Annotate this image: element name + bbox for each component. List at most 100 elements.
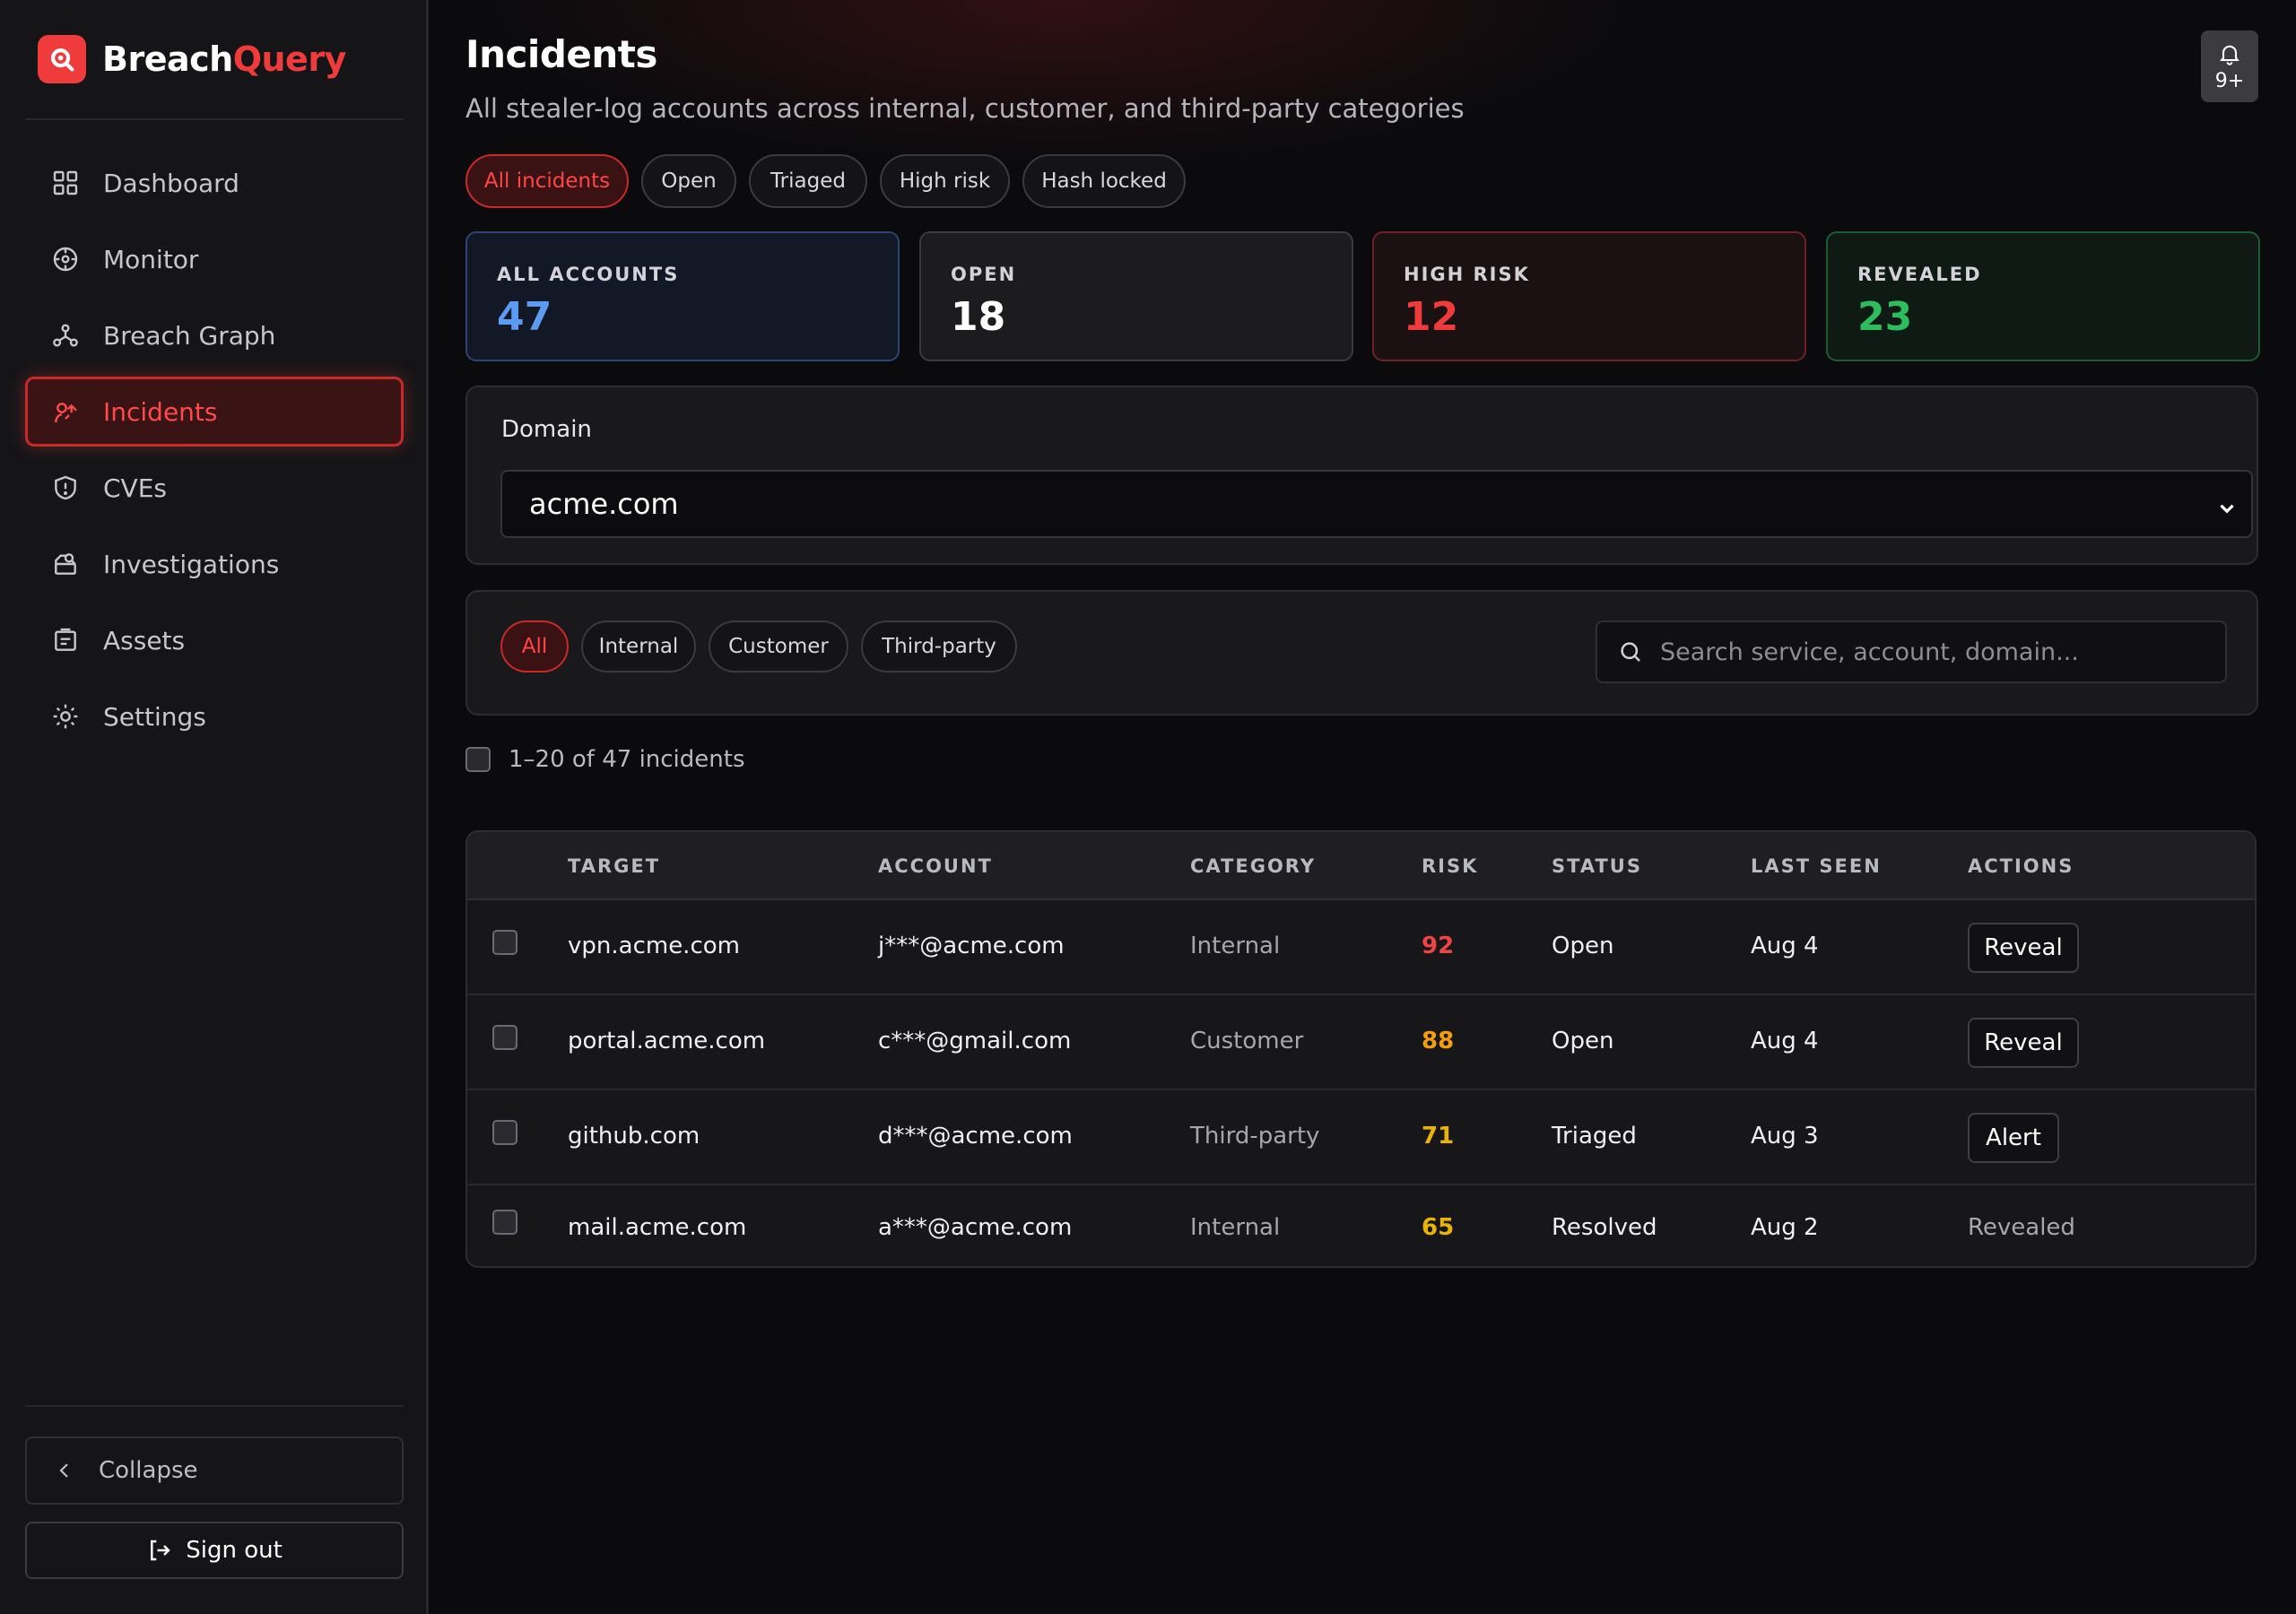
sidebar-item-label: Breach Graph [103, 320, 276, 351]
cell-last-seen: Aug 3 [1751, 1123, 1819, 1150]
crosshair-icon [49, 243, 82, 275]
sidebar-item-breach-graph[interactable]: Breach Graph [25, 300, 404, 370]
shield-alert-icon [49, 472, 82, 504]
column-header-actions: ACTIONS [1968, 855, 2074, 877]
collapse-button[interactable]: Collapse [25, 1436, 404, 1505]
cell-target: github.com [568, 1123, 700, 1150]
stat-value: 47 [497, 294, 552, 340]
chip-category-all[interactable]: All [500, 620, 569, 672]
dashboard-grid-icon [49, 167, 82, 199]
cell-account: d***@acme.com [878, 1123, 1073, 1150]
page-title: Incidents [465, 32, 657, 76]
row-checkbox[interactable] [492, 1210, 517, 1235]
main-content: Incidents All stealer-log accounts acros… [431, 0, 2296, 1614]
domain-select[interactable]: acme.com [500, 470, 2253, 538]
sidebar-item-incidents[interactable]: Incidents [25, 377, 404, 447]
stat-value: 12 [1404, 294, 1459, 340]
sidebar-item-assets[interactable]: Assets [25, 605, 404, 675]
chip-hash-locked[interactable]: Hash locked [1022, 154, 1186, 208]
stat-card-high-risk[interactable]: HIGH RISK 12 [1372, 231, 1806, 361]
cell-target: portal.acme.com [568, 1028, 766, 1054]
cell-last-seen: Aug 4 [1751, 1028, 1819, 1054]
cell-risk: 71 [1422, 1123, 1455, 1150]
search-input[interactable]: Search service, account, domain... [1596, 620, 2227, 683]
stat-value: 18 [951, 294, 1006, 340]
table-row[interactable]: portal.acme.com c***@gmail.com Customer … [467, 995, 2255, 1090]
cell-status: Open [1552, 1028, 1614, 1054]
sidebar-item-dashboard[interactable]: Dashboard [25, 148, 404, 218]
sidebar-item-monitor[interactable]: Monitor [25, 224, 404, 294]
stat-label: REVEALED [1857, 264, 1982, 285]
row-checkbox[interactable] [492, 930, 517, 955]
stat-label: OPEN [951, 264, 1017, 285]
row-checkbox[interactable] [492, 1025, 517, 1050]
chip-high-risk[interactable]: High risk [880, 154, 1010, 208]
notifications-button[interactable]: 9+ [2201, 30, 2258, 102]
sidebar-item-label: Dashboard [103, 168, 239, 198]
sidebar-item-investigations[interactable]: Investigations [25, 529, 404, 599]
select-all-checkbox[interactable] [465, 747, 491, 772]
stat-card-open[interactable]: OPEN 18 [919, 231, 1353, 361]
chip-triaged[interactable]: Triaged [749, 154, 867, 208]
cell-status: Triaged [1552, 1123, 1637, 1150]
logo-search-icon [38, 35, 86, 83]
sidebar-item-label: Settings [103, 701, 206, 732]
reveal-button[interactable]: Reveal [1968, 1018, 2079, 1068]
cell-last-seen: Aug 2 [1751, 1214, 1819, 1241]
cell-account: j***@acme.com [878, 933, 1065, 959]
column-header-status[interactable]: STATUS [1552, 855, 1642, 877]
sign-out-label: Sign out [186, 1537, 283, 1564]
table-row[interactable]: mail.acme.com a***@acme.com Internal 65 … [467, 1185, 2255, 1266]
sign-out-button[interactable]: Sign out [25, 1522, 404, 1579]
cell-category: Third-party [1190, 1123, 1320, 1150]
table-row[interactable]: github.com d***@acme.com Third-party 71 … [467, 1090, 2255, 1185]
bell-icon [2217, 41, 2242, 66]
stat-card-revealed[interactable]: REVEALED 23 [1826, 231, 2260, 361]
cell-category: Customer [1190, 1028, 1304, 1054]
cell-account: c***@gmail.com [878, 1028, 1072, 1054]
column-header-category[interactable]: CATEGORY [1190, 855, 1316, 877]
column-header-account[interactable]: ACCOUNT [878, 855, 993, 877]
chip-category-customer[interactable]: Customer [709, 620, 848, 672]
assets-icon [49, 624, 82, 656]
revealed-status-text: Revealed [1968, 1214, 2075, 1241]
reveal-button[interactable]: Reveal [1968, 923, 2079, 973]
chip-all-incidents[interactable]: All incidents [465, 154, 629, 208]
sidebar-item-label: CVEs [103, 473, 167, 503]
sidebar-item-label: Monitor [103, 244, 199, 274]
sidebar-item-settings[interactable]: Settings [25, 681, 404, 751]
cell-category: Internal [1190, 933, 1281, 959]
column-header-last-seen[interactable]: LAST SEEN [1751, 855, 1882, 877]
stat-card-all-accounts[interactable]: ALL ACCOUNTS 47 [465, 231, 900, 361]
search-placeholder: Search service, account, domain... [1660, 638, 2079, 666]
graph-nodes-icon [49, 319, 82, 351]
alert-button[interactable]: Alert [1968, 1113, 2059, 1163]
notification-count-badge: 9+ [2214, 69, 2245, 92]
sidebar-item-label: Assets [103, 625, 186, 655]
table-header: TARGET ACCOUNT CATEGORY RISK STATUS LAST… [467, 832, 2255, 900]
sidebar-item-cves[interactable]: CVEs [25, 453, 404, 523]
incidents-table: TARGET ACCOUNT CATEGORY RISK STATUS LAST… [465, 830, 2257, 1268]
sidebar-divider [25, 118, 404, 120]
domain-selected-value: acme.com [529, 487, 679, 521]
cell-risk: 65 [1422, 1214, 1455, 1241]
cell-target: vpn.acme.com [568, 933, 740, 959]
sidebar: BreachQuery Dashboard Monitor Breach Gra… [0, 0, 429, 1614]
investigation-icon [49, 548, 82, 580]
cell-target: mail.acme.com [568, 1214, 747, 1241]
sidebar-item-label: Investigations [103, 549, 280, 579]
table-row[interactable]: vpn.acme.com j***@acme.com Internal 92 O… [467, 900, 2255, 995]
domain-panel: Domain acme.com [465, 386, 2258, 565]
search-icon [1617, 638, 1644, 665]
chevron-down-icon [2215, 493, 2239, 527]
chip-category-internal[interactable]: Internal [581, 620, 696, 672]
logout-icon [146, 1537, 173, 1564]
column-header-risk[interactable]: RISK [1422, 855, 1478, 877]
cell-last-seen: Aug 4 [1751, 933, 1819, 959]
column-header-target[interactable]: TARGET [568, 855, 660, 877]
chip-open[interactable]: Open [641, 154, 736, 208]
brand-logo[interactable]: BreachQuery [38, 34, 346, 84]
row-checkbox[interactable] [492, 1120, 517, 1145]
chip-category-third-party[interactable]: Third-party [861, 620, 1017, 672]
sidebar-divider [25, 1405, 404, 1407]
